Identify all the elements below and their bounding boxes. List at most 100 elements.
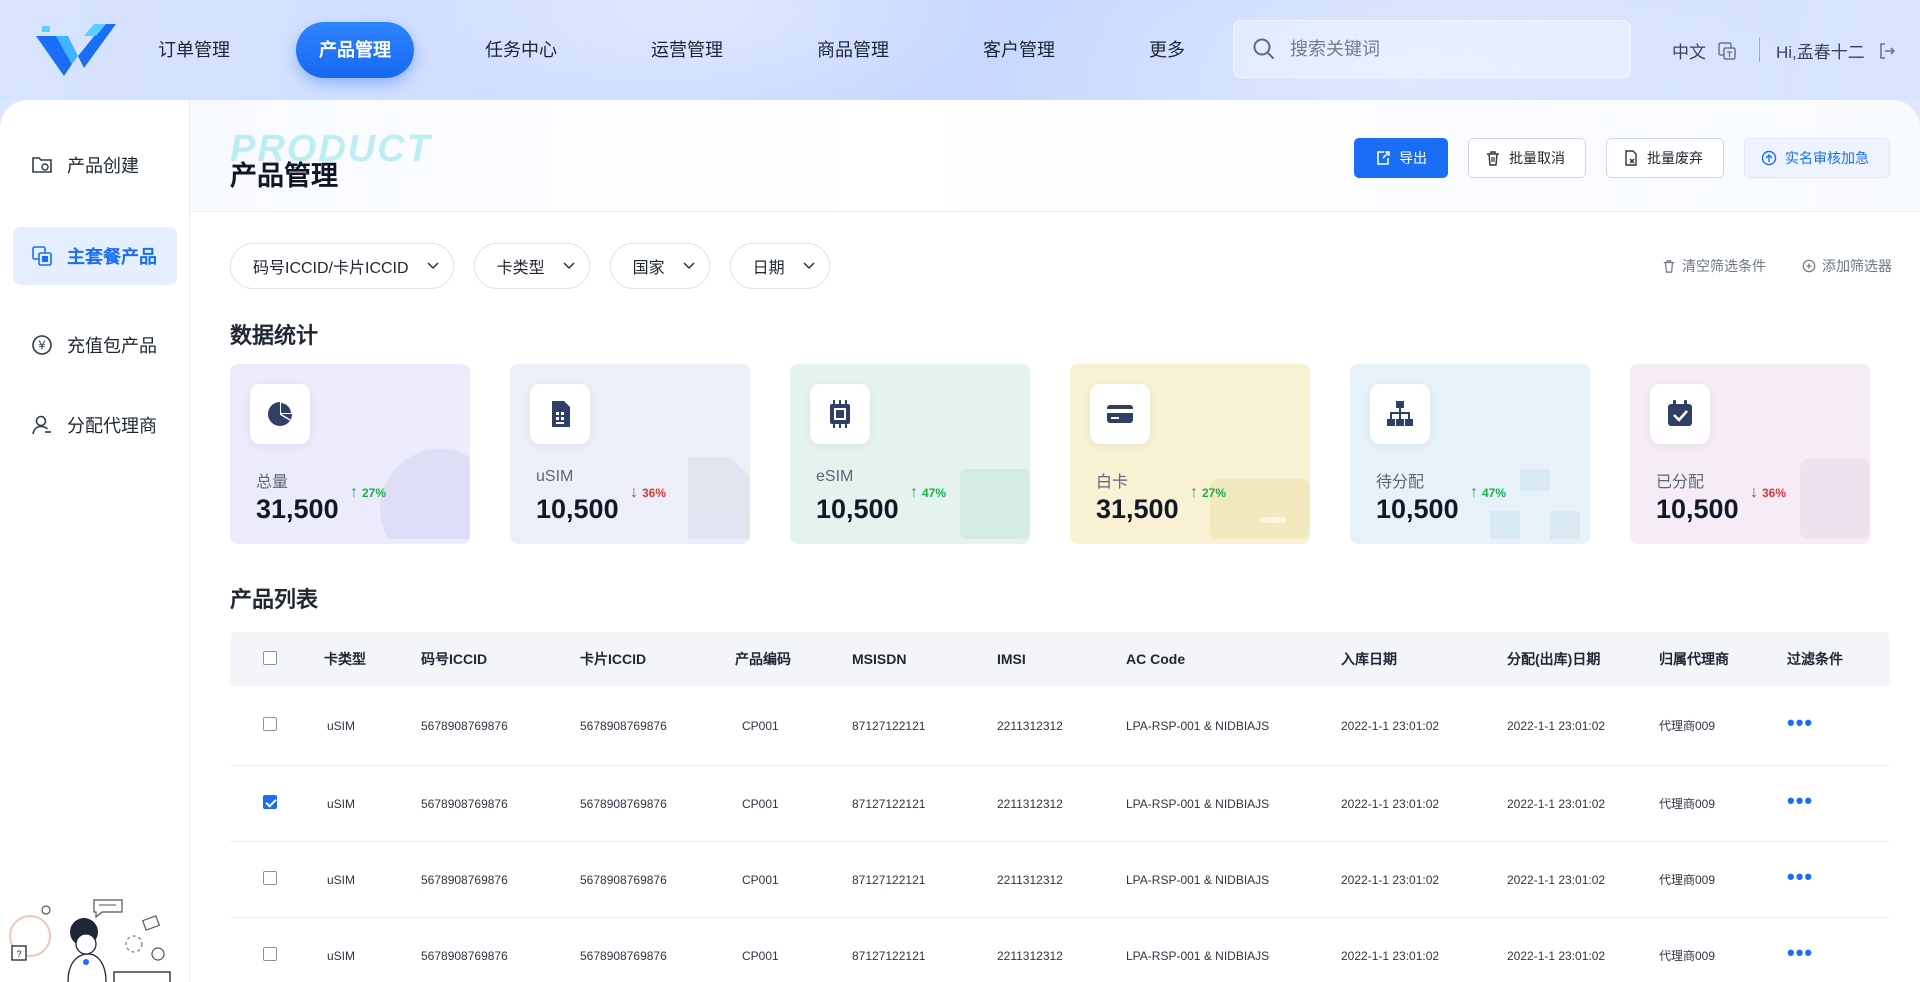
arrow-up-icon: ↑ [910,484,918,501]
stat-trend-value: 36% [642,486,667,500]
table-cell: CP001 [742,796,779,811]
copy-stack-icon [32,246,52,266]
add-filter-button[interactable]: 添加筛选器 [1802,256,1892,276]
product-list-title: 产品列表 [230,587,319,612]
column-header[interactable]: 产品编码 [735,649,852,669]
stat-value: 10,500 [1376,494,1459,524]
more-actions-icon[interactable]: ••• [1787,788,1813,813]
add-filter-label: 添加筛选器 [1822,258,1892,274]
nav-item-tasks[interactable]: 任务中心 [462,22,580,78]
translate-icon [1718,41,1736,60]
table-cell: 2211312312 [997,796,1063,811]
arrow-down-icon: ↓ [630,484,638,501]
realname-expedite-button[interactable]: 实名审核加急 [1744,138,1890,178]
stat-card-esim[interactable]: eSIM 10,500 ↑ 47% [790,364,1030,544]
pie-chart-icon [250,384,310,444]
table-row[interactable]: uSIM 5678908769876 5678908769876 CP001 87127… [230,766,1890,842]
nav-item-product[interactable]: 产品管理 [296,22,414,78]
column-header[interactable]: 卡片ICCID [580,649,735,669]
stat-trend-value: 47% [922,486,947,500]
search-box[interactable] [1233,20,1631,78]
logo[interactable] [34,22,116,78]
table-cell: 2211312312 [997,872,1063,887]
nav-item-more[interactable]: 更多 [1126,22,1208,78]
stat-card-usim[interactable]: uSIM 10,500 ↓ 36% [510,364,750,544]
stat-trend: ↓ 36% [630,484,666,502]
stat-value: 10,500 [1656,494,1739,524]
language-switch[interactable]: 中文 [1672,38,1738,63]
select-all-checkbox[interactable] [263,650,277,665]
column-header[interactable]: IMSI [997,651,1126,667]
filter-links: 清空筛选条件 添加筛选器 [1626,256,1892,276]
table-cell: 5678908769876 [580,718,667,733]
table-cell: 5678908769876 [580,872,667,887]
sidebar-item-label: 主套餐产品 [67,247,157,267]
batch-cancel-button[interactable]: 批量取消 [1468,138,1586,178]
table-cell: 代理商009 [1659,873,1716,887]
nav-item-operations[interactable]: 运营管理 [628,22,746,78]
stat-card-pending-assign[interactable]: 待分配 10,500 ↑ 47% [1350,364,1590,544]
row-checkbox[interactable] [263,795,277,809]
card-decoration [680,449,750,544]
trash-icon [1487,151,1499,166]
stat-card-assigned[interactable]: 已分配 10,500 ↓ 36% [1630,364,1870,544]
table-cell: 2211312312 [997,948,1063,963]
page-title: 产品管理 [230,161,338,191]
batch-discard-button[interactable]: 批量废弃 [1606,138,1724,178]
column-header[interactable]: MSISDN [852,651,997,667]
action-bar: 导出 批量取消 批量废弃 实名审核加急 [1334,138,1890,178]
stats-title: 数据统计 [230,323,319,348]
row-checkbox[interactable] [263,871,277,885]
nav-item-goods[interactable]: 商品管理 [794,22,912,78]
stat-card-total[interactable]: 总量 31,500 ↑ 27% [230,364,470,544]
table-row[interactable]: uSIM 5678908769876 5678908769876 CP001 87127… [230,842,1890,918]
table-cell: 2022-1-1 23:01:02 [1507,948,1606,963]
table-cell: uSIM [327,948,356,963]
table-cell: CP001 [742,872,779,887]
realname-expedite-label: 实名审核加急 [1785,150,1869,166]
row-checkbox[interactable] [263,947,277,961]
more-actions-icon[interactable]: ••• [1787,940,1813,965]
stat-trend: ↑ 47% [910,484,946,502]
column-header[interactable]: 码号ICCID [421,649,580,669]
row-checkbox[interactable] [263,717,277,731]
search-input[interactable] [1290,38,1610,60]
column-header[interactable]: AC Code [1126,651,1341,667]
more-actions-icon[interactable]: ••• [1787,864,1813,889]
table-row[interactable]: uSIM 5678908769876 5678908769876 CP001 87127… [230,918,1890,982]
column-header[interactable]: 分配(出库)日期 [1507,649,1659,669]
nav-item-orders[interactable]: 订单管理 [140,22,248,78]
sidebar-item-product-create[interactable]: 产品创建 [13,136,177,194]
column-header[interactable]: 归属代理商 [1659,649,1787,669]
table-row[interactable]: uSIM 5678908769876 5678908769876 CP001 87127… [230,686,1890,766]
logout-icon[interactable] [1877,41,1897,61]
clear-filters-button[interactable]: 清空筛选条件 [1662,256,1766,276]
file-discard-icon [1625,150,1637,166]
sidebar-item-assign-agent[interactable]: 分配代理商 [13,396,177,454]
export-button[interactable]: 导出 [1354,138,1448,178]
filter-iccid-label: 码号ICCID/卡片ICCID [253,260,409,277]
more-actions-icon[interactable]: ••• [1787,710,1813,735]
filter-date-dropdown[interactable]: 日期 [729,243,830,289]
table-cell: 2022-1-1 23:01:02 [1341,872,1440,887]
column-header[interactable]: 卡类型 [324,649,421,669]
column-header[interactable]: 入库日期 [1341,649,1507,669]
plus-circle-icon [1802,259,1816,273]
filter-bar: 码号ICCID/卡片ICCID 卡类型 国家 日期 [230,243,850,289]
column-header[interactable]: 过滤条件 [1787,649,1890,669]
sidebar-item-recharge-package[interactable]: ¥ 充值包产品 [13,316,177,374]
table-cell: 87127122121 [852,796,926,811]
user-menu[interactable]: Hi,孟春十二 [1776,38,1897,63]
arrow-up-icon: ↑ [350,484,358,501]
filter-card-type-dropdown[interactable]: 卡类型 [473,243,590,289]
table-cell: 2022-1-1 23:01:02 [1341,718,1440,733]
filter-country-dropdown[interactable]: 国家 [609,243,710,289]
stats-cards: 总量 31,500 ↑ 27% uSIM 10,500 ↓ 36% eSIM 10,500 ↑ 47%… [230,364,1910,544]
sidebar-item-main-package[interactable]: 主套餐产品 [13,227,177,285]
nav-item-customers[interactable]: 客户管理 [960,22,1078,78]
stat-value: 31,500 [256,494,339,524]
filter-iccid-dropdown[interactable]: 码号ICCID/卡片ICCID [230,243,454,289]
user-greeting: Hi,孟春十二 [1776,43,1865,62]
trash-icon [1663,260,1675,273]
stat-card-blank-card[interactable]: 白卡 31,500 ↑ 27% [1070,364,1310,544]
